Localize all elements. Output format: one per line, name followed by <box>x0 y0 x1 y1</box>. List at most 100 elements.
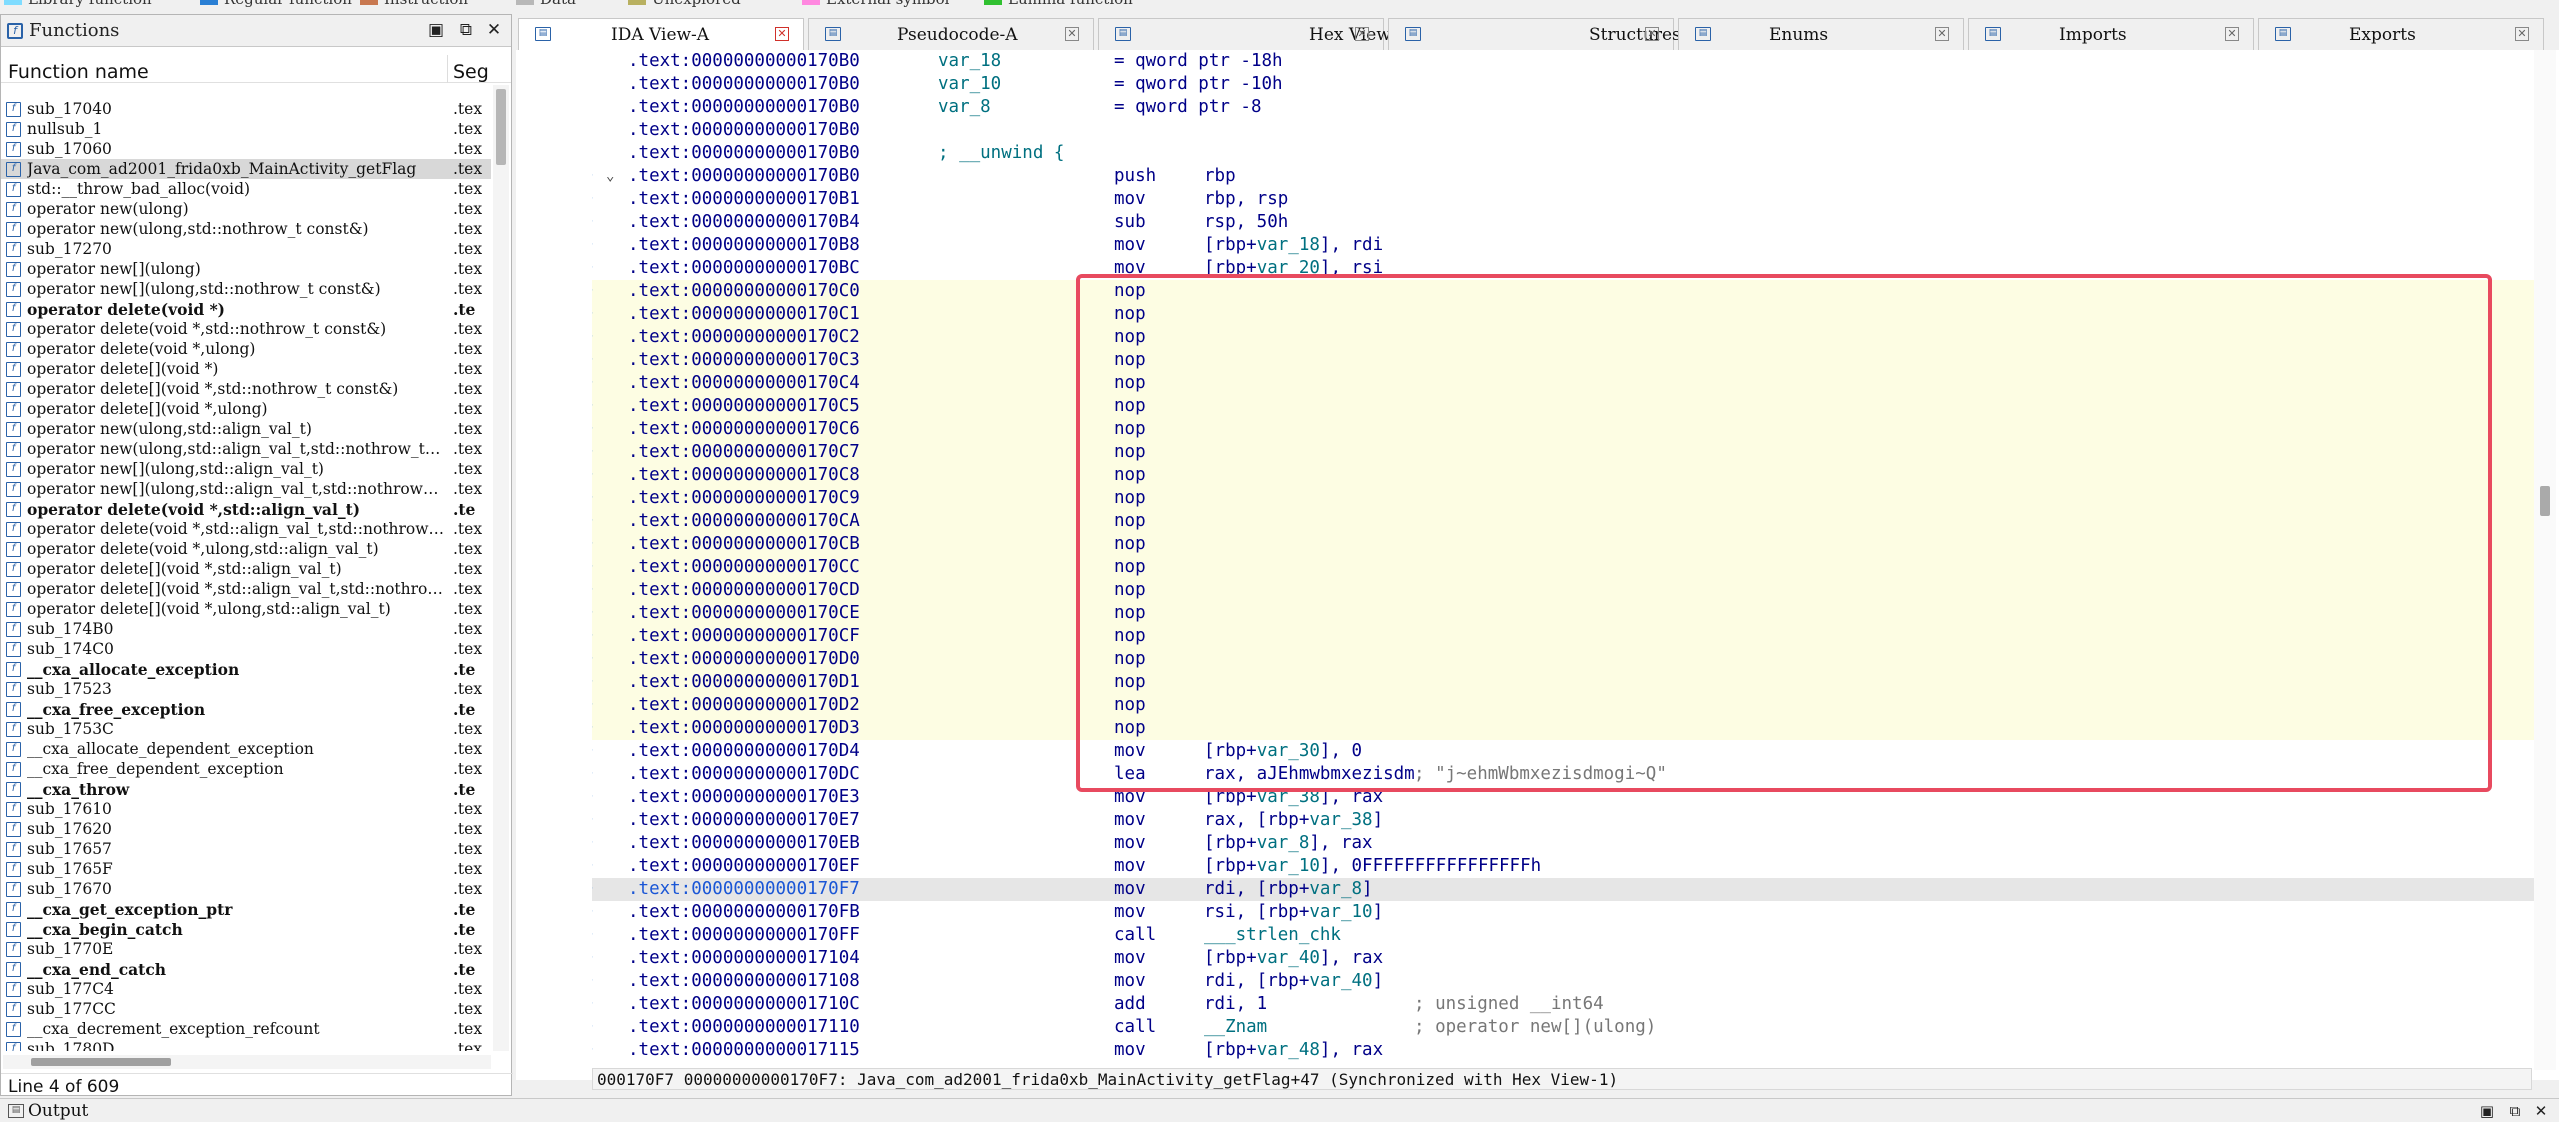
functions-hscrollbar[interactable] <box>3 1055 491 1069</box>
disasm-operand[interactable]: [rbp+var_40], rax <box>1204 947 1383 970</box>
disasm-operand[interactable]: rax, [rbp+var_38] <box>1204 809 1383 832</box>
disasm-line[interactable]: • .text:00000000000170EB mov [rbp+var_8], r… <box>592 832 2539 855</box>
function-row[interactable]: f operator delete(void *,ulong) .tex <box>1 339 491 359</box>
breakpoint-dot-icon[interactable]: • <box>592 947 594 970</box>
function-row[interactable]: f sub_17657 .tex <box>1 839 491 859</box>
disasm-address[interactable]: .text:00000000000170B0 <box>628 142 860 165</box>
disasm-address[interactable]: .text:00000000000170E3 <box>628 786 860 809</box>
disasm-address[interactable]: .text:000000000001710C <box>628 993 860 1016</box>
column-separator[interactable] <box>447 55 448 83</box>
disasm-label[interactable]: var_8 <box>938 96 991 119</box>
function-row[interactable]: f operator delete[](void *,std::nothrow_t… <box>1 379 491 399</box>
breakpoint-dot-icon[interactable]: • <box>592 993 594 1016</box>
function-row[interactable]: f sub_17670 .tex <box>1 879 491 899</box>
breakpoint-dot-icon[interactable]: • <box>592 1016 594 1039</box>
breakpoint-dot-icon[interactable]: • <box>592 878 594 901</box>
function-row[interactable]: f operator new(ulong,std::align_val_t) .te… <box>1 419 491 439</box>
breakpoint-dot-icon[interactable]: • <box>592 349 594 372</box>
disasm-address[interactable]: .text:00000000000170C3 <box>628 349 860 372</box>
disasm-address[interactable]: .text:00000000000170EB <box>628 832 860 855</box>
disasm-address[interactable]: .text:00000000000170FF <box>628 924 860 947</box>
disasm-address[interactable]: .text:0000000000017115 <box>628 1039 860 1062</box>
disasm-line[interactable]: • .text:00000000000170EF mov [rbp+var_10], … <box>592 855 2539 878</box>
disasm-address[interactable]: .text:00000000000170B0 <box>628 73 860 96</box>
disasm-address[interactable]: .text:00000000000170CA <box>628 510 860 533</box>
close-icon[interactable]: ✕ <box>2530 1100 2552 1122</box>
disasm-line[interactable]: .text:00000000000170B0 var_18 = qword ptr … <box>592 50 2539 73</box>
breakpoint-dot-icon[interactable]: • <box>592 556 594 579</box>
disasm-address[interactable]: .text:00000000000170C0 <box>628 280 860 303</box>
disasm-operand[interactable]: rbp <box>1204 165 1236 188</box>
function-row[interactable]: f sub_174B0 .tex <box>1 619 491 639</box>
breakpoint-dot-icon[interactable]: • <box>592 257 594 280</box>
disasm-line[interactable]: • .text:00000000000170F7 mov rdi, [rbp+var_… <box>592 878 2539 901</box>
disasm-line[interactable]: • .text:00000000000170B1 mov rbp, rsp <box>592 188 2539 211</box>
disasm-line[interactable]: • .text:00000000000170FB mov rsi, [rbp+var_… <box>592 901 2539 924</box>
breakpoint-dot-icon[interactable]: • <box>592 855 594 878</box>
tab-ida-view-a[interactable]: ▤ IDA View-A ✕ <box>518 18 804 50</box>
float-icon[interactable]: ⧉ <box>2504 1100 2526 1122</box>
disasm-operand[interactable]: ___strlen_chk <box>1204 924 1341 947</box>
disasm-address[interactable]: .text:00000000000170B0 <box>628 50 860 73</box>
function-row[interactable]: f __cxa_begin_catch .te <box>1 919 491 939</box>
disasm-operand[interactable]: rsp, 50h <box>1204 211 1288 234</box>
column-segment[interactable]: Seg <box>453 61 489 83</box>
function-row[interactable]: f nullsub_1 .tex <box>1 119 491 139</box>
close-icon[interactable]: ✕ <box>1355 27 1369 41</box>
function-row[interactable]: f operator new[](ulong,std::align_val_t).… <box>1 459 491 479</box>
disasm-address[interactable]: .text:00000000000170C8 <box>628 464 860 487</box>
functions-vscrollbar[interactable] <box>493 85 509 1051</box>
float-icon[interactable]: ⧉ <box>455 19 477 41</box>
breakpoint-dot-icon[interactable]: • <box>592 579 594 602</box>
breakpoint-dot-icon[interactable]: • <box>592 694 594 717</box>
close-icon[interactable]: ✕ <box>1935 27 1949 41</box>
function-row[interactable]: f sub_17523 .tex <box>1 679 491 699</box>
disasm-address[interactable]: .text:00000000000170CB <box>628 533 860 556</box>
disasm-operand[interactable]: [rbp+var_8], rax <box>1204 832 1373 855</box>
disasm-address[interactable]: .text:00000000000170B0 <box>628 96 860 119</box>
breakpoint-dot-icon[interactable]: • <box>592 740 594 763</box>
disasm-operand[interactable]: rdi, 1 <box>1204 993 1267 1016</box>
disasm-address[interactable]: .text:00000000000170CD <box>628 579 860 602</box>
function-row[interactable]: f Java_com_ad2001_frida0xb_MainActivity_g… <box>1 159 491 179</box>
disasm-address[interactable]: .text:00000000000170B0 <box>628 119 860 142</box>
disasm-address[interactable]: .text:00000000000170B1 <box>628 188 860 211</box>
function-row[interactable]: f __cxa_end_catch .te <box>1 959 491 979</box>
function-row[interactable]: f sub_174C0 .tex <box>1 639 491 659</box>
breakpoint-dot-icon[interactable]: • <box>592 809 594 832</box>
disasm-address[interactable]: .text:00000000000170FB <box>628 901 860 924</box>
disasm-line[interactable]: .text:00000000000170B0 <box>592 119 2539 142</box>
function-row[interactable]: f sub_17610 .tex <box>1 799 491 819</box>
tab-structures[interactable]: ▤ Structures ✕ <box>1388 18 1681 50</box>
disasm-address[interactable]: .text:00000000000170B8 <box>628 234 860 257</box>
disasm-line[interactable]: • .text:00000000000170B4 sub rsp, 50h <box>592 211 2539 234</box>
close-icon[interactable]: ✕ <box>775 27 789 41</box>
breakpoint-dot-icon[interactable]: • <box>592 372 594 395</box>
disasm-address[interactable]: .text:00000000000170E7 <box>628 809 860 832</box>
function-row[interactable]: f operator delete[](void *,ulong,std::ali… <box>1 599 491 619</box>
tab-exports[interactable]: ▤ Exports ✕ <box>2258 18 2544 50</box>
breakpoint-dot-icon[interactable]: • <box>592 464 594 487</box>
disasm-line[interactable]: • .text:00000000000170B8 mov [rbp+var_18], … <box>592 234 2539 257</box>
disasm-address[interactable]: .text:00000000000170DC <box>628 763 860 786</box>
disasm-address[interactable]: .text:00000000000170CE <box>628 602 860 625</box>
breakpoint-dot-icon[interactable]: • <box>592 441 594 464</box>
breakpoint-dot-icon[interactable]: • <box>592 395 594 418</box>
breakpoint-dot-icon[interactable]: • <box>592 211 594 234</box>
breakpoint-dot-icon[interactable]: • <box>592 280 594 303</box>
disasm-address[interactable]: .text:00000000000170CF <box>628 625 860 648</box>
function-row[interactable]: f __cxa_allocate_dependent_exception .tex <box>1 739 491 759</box>
disasm-address[interactable]: .text:0000000000017110 <box>628 1016 860 1039</box>
scroll-thumb[interactable] <box>2540 486 2550 516</box>
function-row[interactable]: f sub_1770E .tex <box>1 939 491 959</box>
disasm-line[interactable]: • .text:000000000001710C add rdi, 1 ; unsign… <box>592 993 2539 1016</box>
breakpoint-dot-icon[interactable]: • <box>592 602 594 625</box>
breakpoint-dot-icon[interactable]: • <box>592 717 594 740</box>
disasm-line[interactable]: .text:00000000000170B0 var_10 = qword ptr … <box>592 73 2539 96</box>
function-row[interactable]: f sub_1765F .tex <box>1 859 491 879</box>
tab-hex-view-1[interactable]: ▤ Hex View-1 ✕ <box>1098 18 1407 50</box>
close-icon[interactable]: ✕ <box>2515 27 2529 41</box>
function-row[interactable]: f std::__throw_bad_alloc(void) .tex <box>1 179 491 199</box>
disasm-address[interactable]: .text:00000000000170D1 <box>628 671 860 694</box>
function-row[interactable]: f operator delete[](void *,ulong) .tex <box>1 399 491 419</box>
